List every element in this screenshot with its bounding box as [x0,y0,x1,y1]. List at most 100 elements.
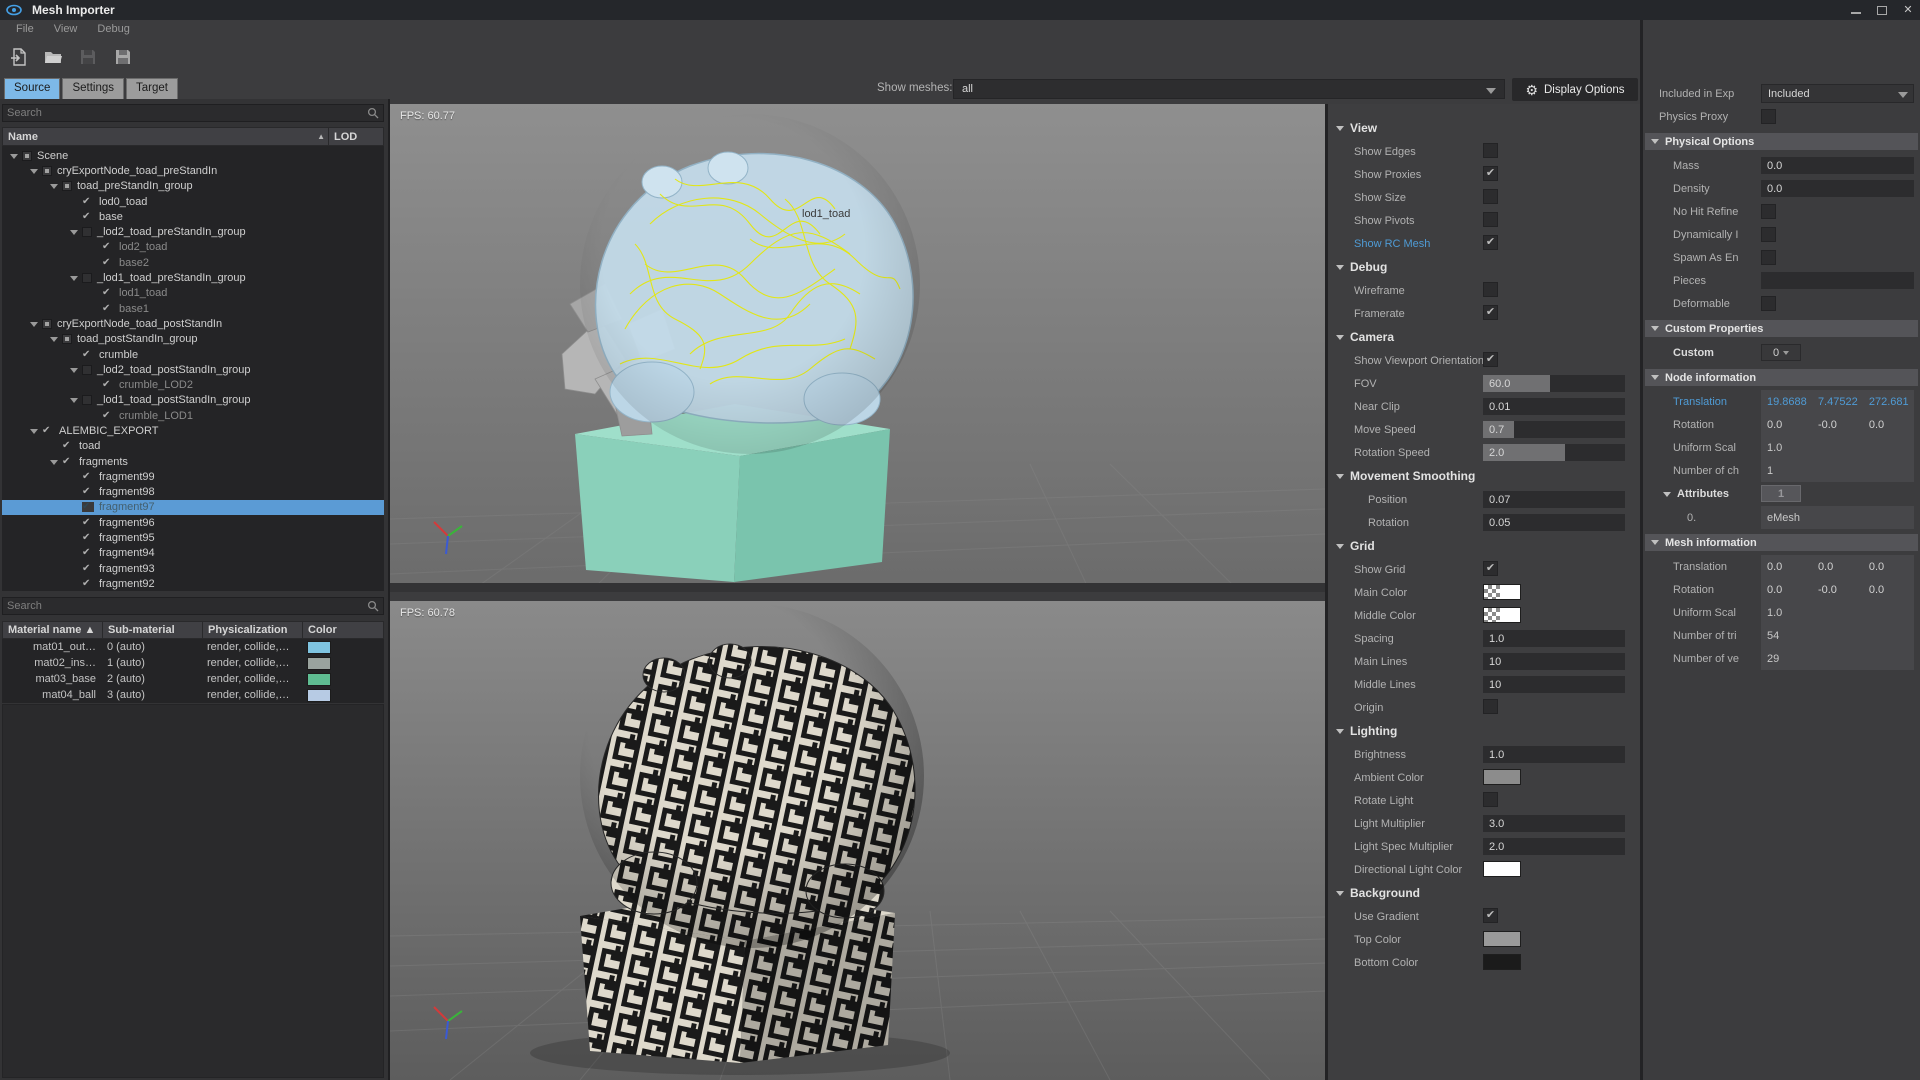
color-swatch[interactable] [1483,861,1521,877]
column-physicalization[interactable]: Physicalization [203,622,303,638]
color-swatch[interactable] [307,641,331,654]
checkbox-checked[interactable]: ✔ [1483,305,1498,320]
checkedcheckbox-icon[interactable]: ✔ [82,518,94,528]
tree-node[interactable]: _lod2_toad_postStandIn_group [2,362,384,377]
tree-node[interactable]: ✔ALEMBIC_EXPORT [2,423,384,438]
scene-search-input[interactable]: Search [2,104,384,122]
column-sub-material[interactable]: Sub-material [103,622,203,638]
checkedcheckbox-icon[interactable]: ✔ [82,564,94,574]
tree-node[interactable]: ✔lod1_toad [2,286,384,301]
checkbox-checked[interactable]: ✔ [1483,166,1498,181]
tree-node[interactable]: _lod1_toad_postStandIn_group [2,393,384,408]
color-alpha-swatch[interactable] [1483,584,1521,600]
viewport-top[interactable]: FPS: 60.77 lod1_toad [390,104,1325,592]
checkedcheckbox-icon[interactable]: ✔ [82,548,94,558]
value-field[interactable]: 10 [1483,676,1625,693]
tree-node[interactable]: ✔crumble_LOD2 [2,377,384,392]
expander-icon[interactable] [68,395,82,405]
checkbox-unchecked[interactable] [1761,250,1776,265]
checkbox-icon[interactable] [82,227,92,237]
tree-node[interactable]: cryExportNode_toad_preStandIn [2,163,384,178]
partial-checkbox-icon[interactable] [22,151,32,161]
expander-icon[interactable] [28,426,42,436]
tree-node[interactable]: ✔fragment96 [2,515,384,530]
tree-node[interactable]: ✔fragments [2,454,384,469]
viewport-bottom[interactable]: FPS: 60.78 [390,601,1325,1080]
tree-node[interactable]: ✔fragment97 [2,500,384,515]
expander-icon[interactable] [68,273,82,283]
checkbox-unchecked[interactable] [1761,227,1776,242]
material-row[interactable]: mat03_base2 (auto)render, collide,… [2,671,384,687]
section-background[interactable]: Background [1328,881,1640,905]
expander-icon[interactable] [68,365,82,375]
value-field[interactable]: 1.0 [1483,746,1625,763]
checkedcheckbox-icon[interactable]: ✔ [82,579,94,589]
checkbox-unchecked[interactable] [1483,189,1498,204]
expander-icon[interactable] [48,181,62,191]
expander-icon[interactable] [8,151,22,161]
show-meshes-dropdown[interactable]: all [953,79,1505,99]
menu-debug[interactable]: Debug [89,22,137,36]
section-view[interactable]: View [1328,116,1640,140]
menu-view[interactable]: View [46,22,86,36]
section-grid[interactable]: Grid [1328,534,1640,558]
tree-node[interactable]: ✔fragment92 [2,576,384,591]
checkedcheckbox-icon[interactable]: ✔ [82,197,94,207]
section-movement-smoothing[interactable]: Movement Smoothing [1328,464,1640,488]
tab-settings[interactable]: Settings [62,78,124,99]
expander-icon[interactable] [28,319,42,329]
checkbox-unchecked[interactable] [1761,204,1776,219]
expander-icon[interactable] [68,227,82,237]
tab-source[interactable]: Source [4,78,60,99]
checkbox-checked[interactable]: ✔ [1483,561,1498,576]
partial-checkbox-icon[interactable] [42,166,52,176]
checkbox-unchecked[interactable] [1483,143,1498,158]
checkedcheckbox-icon[interactable]: ✔ [82,350,94,360]
menu-file[interactable]: File [8,22,42,36]
checkbox-icon[interactable] [82,365,92,375]
tree-node[interactable]: toad_preStandIn_group [2,179,384,194]
material-search-input[interactable]: Search [2,597,384,615]
checkbox-unchecked[interactable] [1761,109,1776,124]
slider-field[interactable]: 2.0 [1483,444,1625,461]
tree-node[interactable]: ✔fragment99 [2,469,384,484]
checkedcheckbox-icon[interactable]: ✔ [42,426,54,436]
custom-count-spinner[interactable]: 0 [1761,344,1801,361]
color-swatch[interactable] [307,673,331,686]
checkedcheckbox-icon[interactable]: ✔ [62,441,74,451]
checkbox-checked[interactable]: ✔ [1483,908,1498,923]
color-swatch[interactable] [307,657,331,670]
checkbox-unchecked[interactable] [1761,296,1776,311]
open-folder-icon[interactable] [43,47,63,67]
section-custom-properties[interactable]: Custom Properties [1645,320,1918,337]
checkbox-icon[interactable] [82,273,92,283]
value-field[interactable]: 3.0 [1483,815,1625,832]
color-swatch[interactable] [307,689,331,702]
value-field[interactable]: 0.01 [1483,398,1625,415]
checkedcheckbox-icon[interactable]: ✔ [102,304,114,314]
checkedcheckbox-icon[interactable]: ✔ [102,380,114,390]
checkedcheckbox-icon[interactable]: ✔ [82,212,94,222]
partial-checkbox-icon[interactable] [62,334,72,344]
checkedcheckbox-icon[interactable]: ✔ [102,411,114,421]
material-row[interactable]: mat02_ins…1 (auto)render, collide,… [2,655,384,671]
partial-checkbox-icon[interactable] [42,319,52,329]
tree-node[interactable]: cryExportNode_toad_postStandIn [2,316,384,331]
tree-node[interactable]: ✔fragment94 [2,546,384,561]
tree-node[interactable]: ✔lod2_toad [2,240,384,255]
checkedcheckbox-icon[interactable]: ✔ [102,258,114,268]
slider-field[interactable]: 0.7 [1483,421,1625,438]
expander-icon[interactable] [48,334,62,344]
checkedcheckbox-icon[interactable]: ✔ [102,288,114,298]
tree-node[interactable]: toad_postStandIn_group [2,332,384,347]
color-alpha-swatch[interactable] [1483,607,1521,623]
minimize-button[interactable] [1850,4,1862,16]
tree-node[interactable]: ✔base [2,209,384,224]
checkbox-unchecked[interactable] [1483,282,1498,297]
tree-node[interactable]: ✔fragment95 [2,530,384,545]
checkedcheckbox-icon[interactable]: ✔ [62,457,74,467]
close-button[interactable]: ✕ [1902,4,1914,16]
color-swatch[interactable] [1483,769,1521,785]
checkbox-checked[interactable]: ✔ [1483,235,1498,250]
section-lighting[interactable]: Lighting [1328,719,1640,743]
